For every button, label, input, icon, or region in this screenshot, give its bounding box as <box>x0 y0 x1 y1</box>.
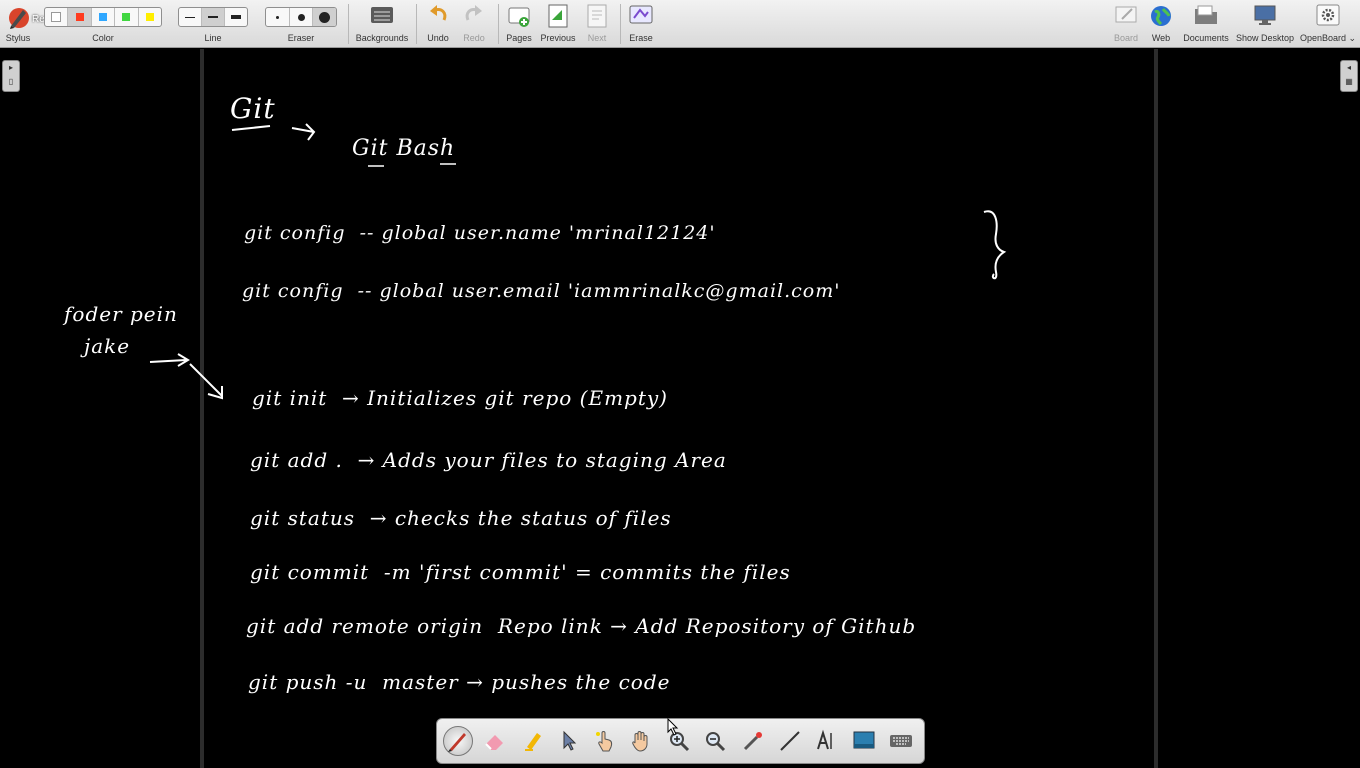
line-icon <box>780 731 800 751</box>
line-tool[interactable] <box>775 726 805 756</box>
capture-tool[interactable] <box>849 726 879 756</box>
selector-icon <box>563 730 577 751</box>
selector-tool[interactable] <box>554 726 584 756</box>
laser-pointer-tool[interactable] <box>738 726 768 756</box>
eraser-tool[interactable] <box>480 726 510 756</box>
heading-arrow <box>291 123 316 141</box>
text-tool[interactable] <box>812 726 842 756</box>
hand-icon <box>632 731 648 752</box>
pen-tool[interactable] <box>443 726 473 756</box>
zoom-out-icon <box>706 732 726 752</box>
interact-tool[interactable] <box>590 726 620 756</box>
laser-pointer-icon <box>743 732 762 751</box>
heading-underline <box>231 125 271 131</box>
highlighter-icon <box>525 733 541 751</box>
text-icon <box>817 729 832 750</box>
ink-strokes <box>149 123 1007 400</box>
zoom-out-tool[interactable] <box>700 726 730 756</box>
side-note-pointer <box>189 363 223 400</box>
subheading-underline <box>368 163 456 167</box>
eraser-icon <box>485 735 503 750</box>
highlighter-tool[interactable] <box>518 726 548 756</box>
keyboard-icon <box>890 735 912 747</box>
side-note-arrow <box>149 353 190 367</box>
mouse-cursor-icon <box>667 718 679 736</box>
interact-icon <box>596 731 613 752</box>
keyboard-tool[interactable] <box>886 726 916 756</box>
config-curly-brace <box>983 210 1007 280</box>
pen-icon <box>448 733 466 752</box>
capture-icon <box>853 731 875 749</box>
hand-tool[interactable] <box>626 726 656 756</box>
tool-palette <box>436 718 925 764</box>
